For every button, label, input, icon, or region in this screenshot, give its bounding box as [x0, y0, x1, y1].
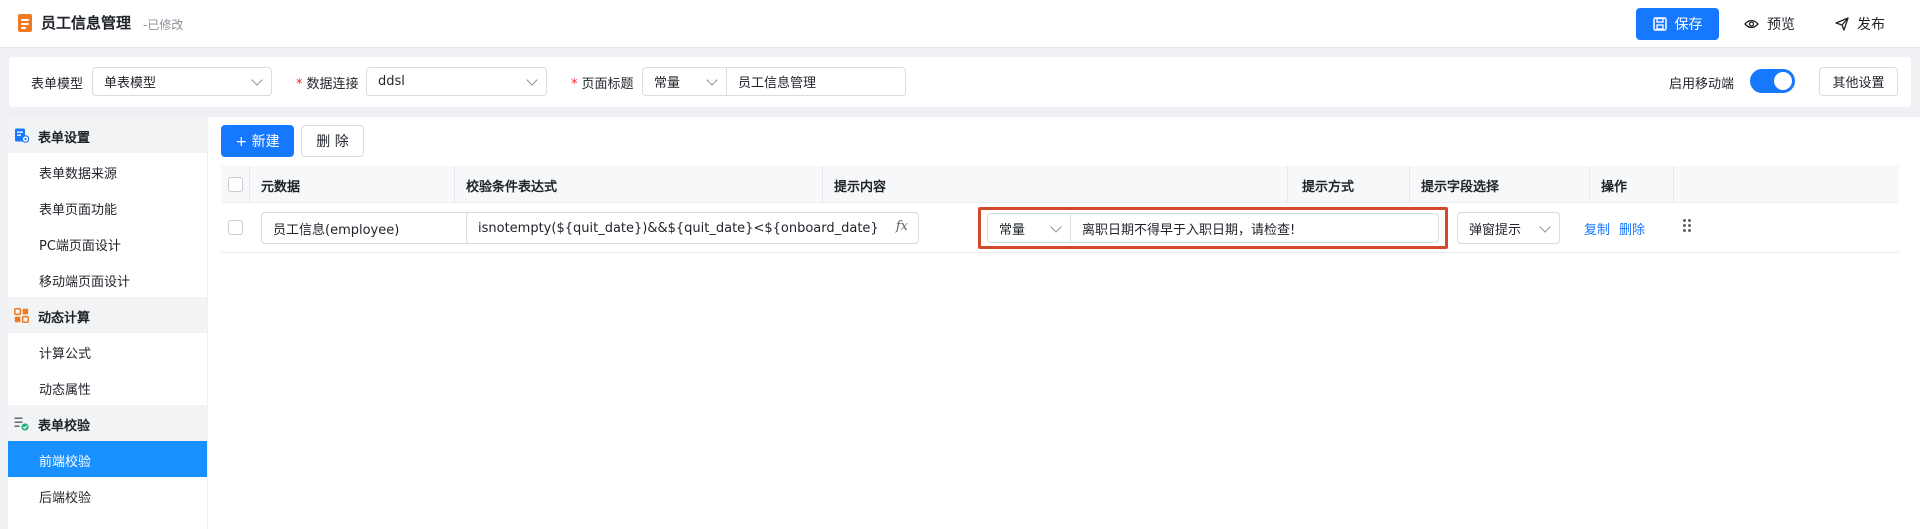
column-header-expression: 校验条件表达式	[466, 180, 558, 195]
form-model-value: 单表模型	[104, 76, 157, 91]
column-header-hint-mode: 提示方式	[1302, 180, 1355, 195]
hint-type-value: 常量	[999, 222, 1026, 238]
form-check-icon	[14, 417, 29, 431]
column-header-actions: 操作	[1601, 180, 1628, 195]
chevron-down-icon	[1050, 221, 1062, 233]
page-title-type-value: 常量	[654, 76, 681, 91]
send-icon	[1835, 17, 1849, 31]
other-settings-button[interactable]: 其他设置	[1819, 67, 1898, 96]
sidebar-item-label: 前端校验	[39, 455, 92, 470]
new-label: + 新建	[235, 134, 280, 150]
column-divider	[1589, 166, 1590, 203]
sidebar-group-form-validation[interactable]: 表单校验	[8, 405, 207, 441]
select-all-checkbox[interactable]	[228, 177, 243, 192]
grid-calc-icon	[14, 308, 29, 323]
preview-label: 预览	[1767, 17, 1795, 33]
hint-content-value: 离职日期不得早于入职日期，请检查!	[1082, 222, 1296, 238]
chevron-down-icon	[706, 74, 718, 86]
sidebar-item-pc-page-design[interactable]: PC端页面设计	[8, 225, 207, 261]
column-divider	[1409, 166, 1410, 203]
data-connection-select[interactable]: ddsl	[366, 67, 547, 96]
sidebar-group-label: 表单设置	[38, 131, 91, 146]
sidebar-item-form-data-source[interactable]: 表单数据来源	[8, 153, 207, 189]
function-fx-icon[interactable]: fx	[896, 219, 908, 234]
hint-mode-select[interactable]: 弹窗提示	[1457, 212, 1560, 244]
sidebar-item-mobile-page-design[interactable]: 移动端页面设计	[8, 261, 207, 297]
column-header-hint-field: 提示字段选择	[1421, 180, 1500, 195]
column-divider	[1287, 166, 1288, 203]
form-model-select[interactable]: 单表模型	[92, 67, 272, 96]
sidebar-item-label: 动态属性	[39, 383, 92, 398]
sidebar-item-backend-validation[interactable]: 后端校验	[8, 477, 207, 513]
preview-button[interactable]: 预览	[1744, 8, 1795, 40]
sidebar-item-label: 计算公式	[39, 347, 92, 362]
metadata-select[interactable]: 员工信息(employee)	[261, 212, 495, 244]
sidebar-item-label: 后端校验	[39, 491, 92, 506]
page-title-type-select[interactable]: 常量	[642, 67, 727, 96]
sidebar-group-dynamic-calc[interactable]: 动态计算	[8, 297, 207, 333]
eye-icon	[1744, 19, 1759, 29]
main-panel: + 新建 删 除 元数据 校验条件表达式 提示内容 提示方式 提示字段选择 操作…	[208, 117, 1920, 529]
page-title-label: * 页面标题	[571, 77, 634, 92]
expression-value: isnotempty(${quit_date})&&${quit_date}<$…	[478, 220, 879, 236]
sidebar-item-label: 表单数据来源	[39, 167, 118, 182]
chevron-down-icon	[1539, 221, 1551, 233]
chevron-down-icon	[251, 74, 263, 86]
new-button[interactable]: + 新建	[221, 125, 294, 157]
mobile-enable-label: 启用移动端	[1669, 77, 1735, 92]
sidebar-group-label: 表单校验	[38, 419, 91, 434]
sidebar: 表单设置 表单数据来源 表单页面功能 PC端页面设计 移动端页面设计 动态计算 …	[8, 117, 207, 529]
column-divider	[822, 166, 823, 203]
toggle-knob	[1774, 72, 1792, 90]
sidebar-item-formula[interactable]: 计算公式	[8, 333, 207, 369]
delete-button[interactable]: 删 除	[301, 125, 364, 157]
modified-status: -已修改	[143, 18, 184, 32]
app-document-icon	[18, 14, 32, 32]
chevron-down-icon	[526, 74, 538, 86]
form-config-bar: 表单模型 单表模型 * 数据连接 ddsl * 页面标题 常量 员工信息管理 启用移…	[9, 57, 1911, 107]
sidebar-item-label: 移动端页面设计	[39, 275, 131, 290]
copy-link[interactable]: 复制	[1584, 219, 1610, 238]
column-divider	[249, 166, 250, 203]
form-model-label: 表单模型	[31, 77, 84, 92]
row-checkbox[interactable]	[228, 220, 243, 235]
sidebar-item-label: 表单页面功能	[39, 203, 118, 218]
column-header-hint-content: 提示内容	[834, 180, 887, 195]
data-connection-value: ddsl	[378, 74, 405, 89]
page-title-input[interactable]: 员工信息管理	[726, 67, 906, 96]
mobile-enable-toggle[interactable]	[1750, 69, 1795, 93]
expression-input[interactable]: isnotempty(${quit_date})&&${quit_date}<$…	[466, 212, 919, 244]
sidebar-item-frontend-validation[interactable]: 前端校验	[8, 441, 207, 477]
sidebar-group-label: 动态计算	[38, 311, 91, 326]
delete-label: 删 除	[316, 134, 349, 150]
sidebar-item-form-page-function[interactable]: 表单页面功能	[8, 189, 207, 225]
form-settings-icon	[15, 128, 29, 143]
publish-button[interactable]: 发布	[1835, 8, 1885, 40]
delete-link[interactable]: 删除	[1619, 219, 1645, 238]
sidebar-item-label: PC端页面设计	[39, 239, 121, 254]
metadata-value: 员工信息(employee)	[273, 222, 400, 238]
column-header-metadata: 元数据	[261, 180, 301, 195]
save-button[interactable]: 保存	[1636, 8, 1719, 40]
save-icon	[1652, 17, 1667, 31]
page-title: 员工信息管理	[41, 14, 132, 32]
publish-label: 发布	[1857, 17, 1885, 33]
table-header: 元数据 校验条件表达式 提示内容 提示方式 提示字段选择 操作	[221, 166, 1899, 203]
sidebar-group-form-settings[interactable]: 表单设置	[8, 117, 207, 153]
sidebar-item-dynamic-attr[interactable]: 动态属性	[8, 369, 207, 405]
column-divider	[1673, 166, 1674, 203]
page-title-input-value: 员工信息管理	[738, 76, 817, 91]
other-settings-label: 其他设置	[1832, 76, 1885, 91]
hint-mode-value: 弹窗提示	[1469, 222, 1522, 238]
top-bar: 员工信息管理 -已修改 保存 预览 发布	[0, 0, 1920, 48]
data-connection-label: * 数据连接	[296, 77, 359, 92]
table-row: 员工信息(employee) isnotempty(${quit_date})&…	[221, 203, 1899, 253]
drag-handle-icon[interactable]	[1683, 219, 1693, 233]
hint-type-select[interactable]: 常量	[987, 213, 1071, 243]
hint-content-input[interactable]: 离职日期不得早于入职日期，请检查!	[1070, 213, 1439, 243]
save-label: 保存	[1674, 17, 1703, 33]
column-divider	[454, 166, 455, 203]
